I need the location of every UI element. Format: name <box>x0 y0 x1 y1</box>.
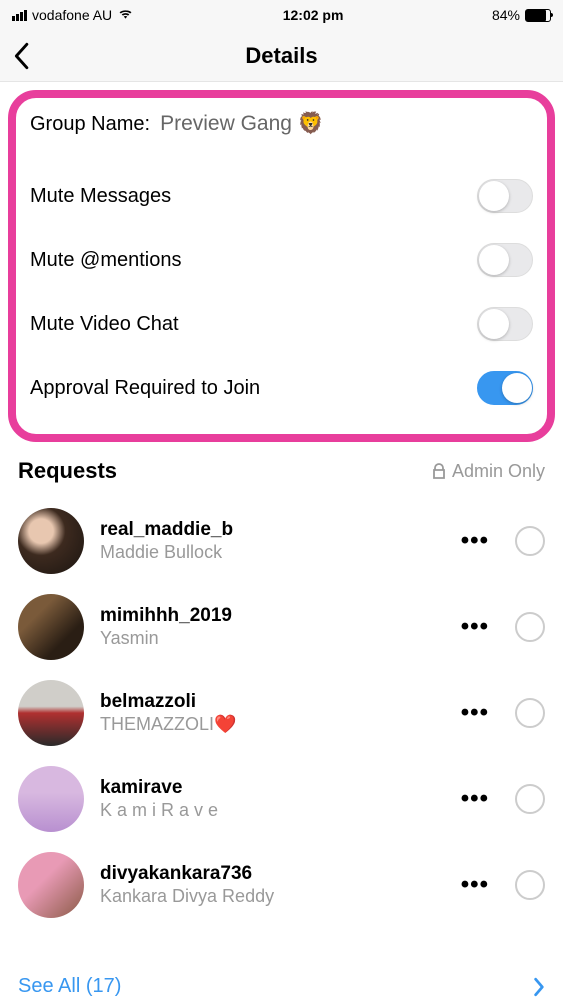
more-options-button[interactable]: ••• <box>451 527 499 555</box>
more-options-button[interactable]: ••• <box>451 613 499 641</box>
more-options-button[interactable]: ••• <box>451 699 499 727</box>
setting-label: Mute @mentions <box>30 249 181 272</box>
fullname: Maddie Bullock <box>100 542 435 563</box>
toggle-mute-messages[interactable] <box>477 179 533 213</box>
fullname: THEMAZZOLI❤️ <box>100 714 435 735</box>
settings-section: Group Name: Preview Gang 🦁 Mute Messages… <box>8 90 555 442</box>
see-all-label: See All (17) <box>18 975 121 998</box>
setting-mute-mentions: Mute @mentions <box>30 228 533 292</box>
status-time: 12:02 pm <box>283 7 344 23</box>
setting-label: Mute Messages <box>30 185 171 208</box>
toggle-mute-mentions[interactable] <box>477 243 533 277</box>
setting-label: Mute Video Chat <box>30 313 179 336</box>
status-bar: vodafone AU 12:02 pm 84% <box>0 0 563 30</box>
user-info[interactable]: mimihhh_2019 Yasmin <box>100 605 435 649</box>
user-info[interactable]: belmazzoli THEMAZZOLI❤️ <box>100 691 435 735</box>
user-info[interactable]: real_maddie_b Maddie Bullock <box>100 519 435 563</box>
requests-header: Requests Admin Only <box>0 450 563 498</box>
request-row: kamirave K a m i R a v e ••• <box>0 756 563 842</box>
request-row: mimihhh_2019 Yasmin ••• <box>0 584 563 670</box>
more-options-button[interactable]: ••• <box>451 785 499 813</box>
setting-mute-messages: Mute Messages <box>30 164 533 228</box>
chevron-right-icon <box>533 977 545 997</box>
toggle-mute-video[interactable] <box>477 307 533 341</box>
avatar[interactable] <box>18 594 84 660</box>
setting-label: Approval Required to Join <box>30 377 260 400</box>
username: mimihhh_2019 <box>100 605 435 627</box>
username: real_maddie_b <box>100 519 435 541</box>
battery-percentage: 84% <box>492 7 520 23</box>
request-row: belmazzoli THEMAZZOLI❤️ ••• <box>0 670 563 756</box>
lock-icon <box>432 463 446 479</box>
setting-mute-video: Mute Video Chat <box>30 292 533 356</box>
user-info[interactable]: kamirave K a m i R a v e <box>100 777 435 821</box>
setting-approval-required: Approval Required to Join <box>30 356 533 420</box>
username: divyakankara736 <box>100 863 435 885</box>
carrier-label: vodafone AU <box>32 7 112 23</box>
request-row: real_maddie_b Maddie Bullock ••• <box>0 498 563 584</box>
toggle-approval-required[interactable] <box>477 371 533 405</box>
request-row: divyakankara736 Kankara Divya Reddy ••• <box>0 842 563 928</box>
username: belmazzoli <box>100 691 435 713</box>
admin-only-label: Admin Only <box>432 461 545 482</box>
avatar[interactable] <box>18 508 84 574</box>
select-radio[interactable] <box>515 698 545 728</box>
select-radio[interactable] <box>515 870 545 900</box>
back-button[interactable] <box>12 42 42 70</box>
group-name-label: Group Name: <box>30 113 150 136</box>
group-name-value: Preview Gang 🦁 <box>160 112 324 136</box>
select-radio[interactable] <box>515 612 545 642</box>
select-radio[interactable] <box>515 526 545 556</box>
fullname: K a m i R a v e <box>100 800 435 821</box>
requests-title: Requests <box>18 458 117 484</box>
page-title: Details <box>0 43 563 69</box>
group-name-row[interactable]: Group Name: Preview Gang 🦁 <box>30 112 533 136</box>
nav-bar: Details <box>0 30 563 82</box>
avatar[interactable] <box>18 680 84 746</box>
avatar[interactable] <box>18 766 84 832</box>
more-options-button[interactable]: ••• <box>451 871 499 899</box>
signal-icon <box>12 10 27 21</box>
battery-icon <box>525 9 551 22</box>
fullname: Yasmin <box>100 628 435 649</box>
user-info[interactable]: divyakankara736 Kankara Divya Reddy <box>100 863 435 907</box>
see-all-button[interactable]: See All (17) <box>0 961 563 1004</box>
avatar[interactable] <box>18 852 84 918</box>
fullname: Kankara Divya Reddy <box>100 886 435 907</box>
wifi-icon <box>117 7 134 23</box>
username: kamirave <box>100 777 435 799</box>
select-radio[interactable] <box>515 784 545 814</box>
